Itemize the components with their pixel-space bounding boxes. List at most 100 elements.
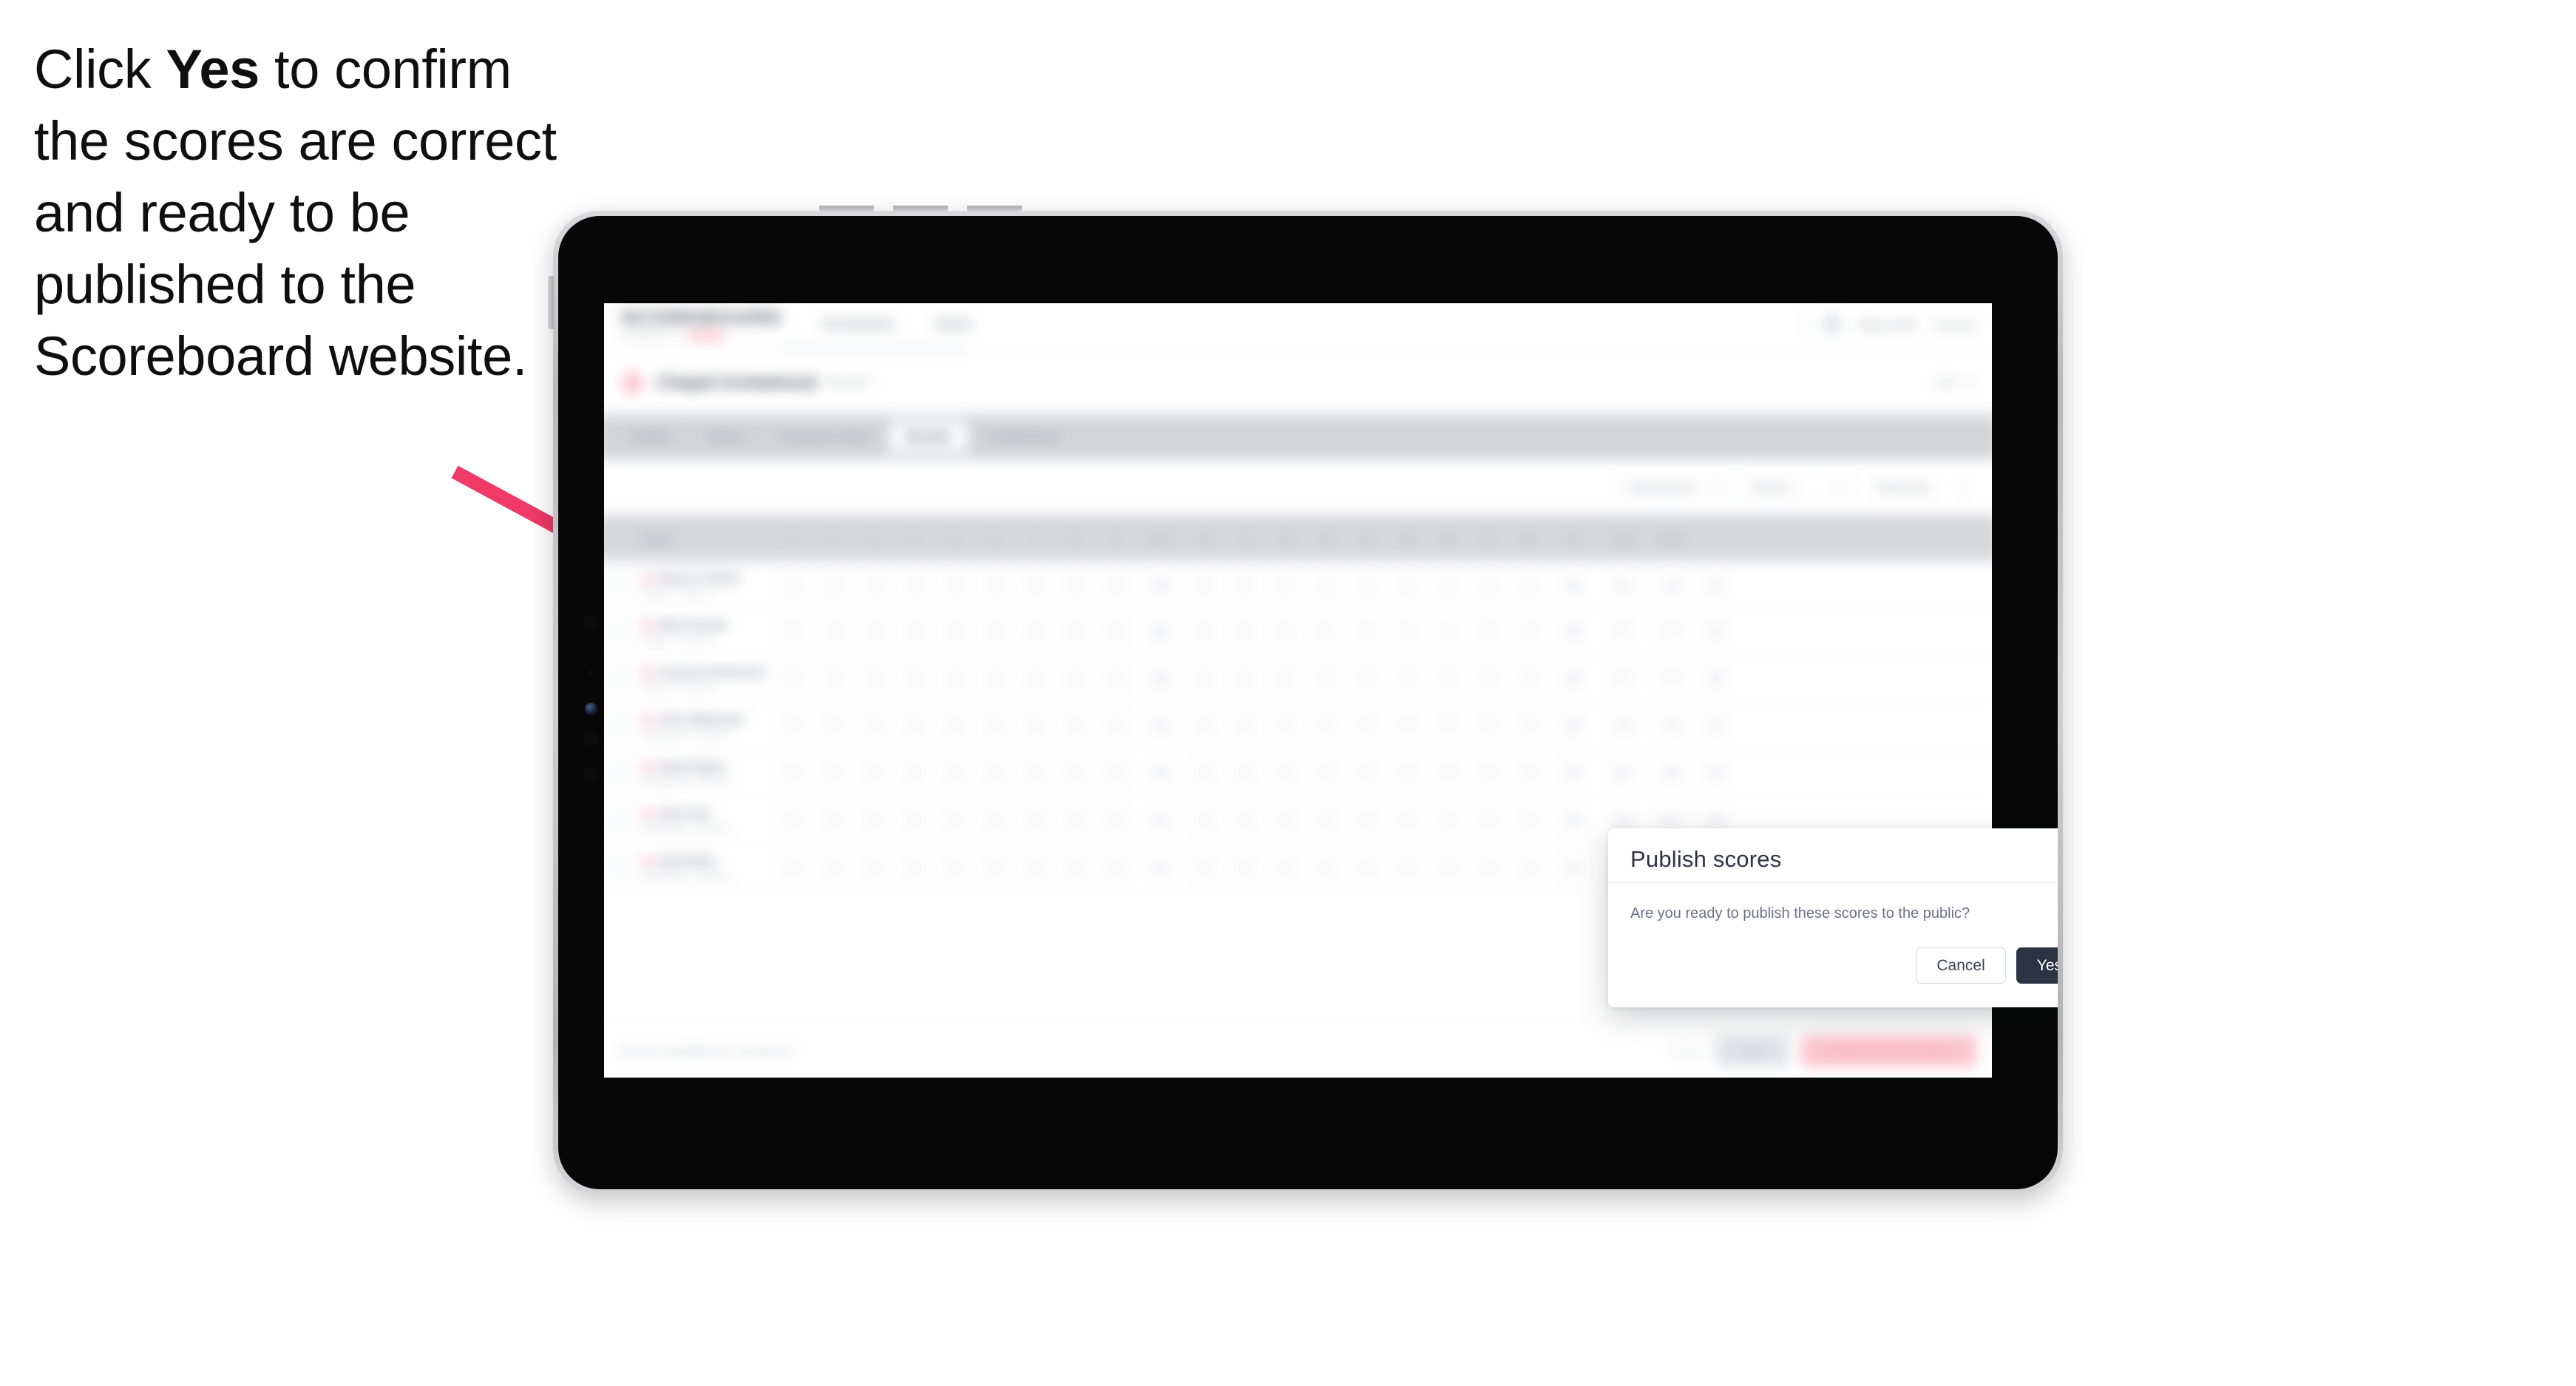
hole-score-cell[interactable]: 4 (1055, 574, 1096, 595)
hole-score-cell[interactable]: 5 (1428, 856, 1468, 879)
hole-score-cell[interactable]: 5 (1266, 809, 1306, 831)
hole-score-cell[interactable]: 4 (894, 856, 935, 879)
hole-score-cell[interactable]: 4 (1428, 668, 1468, 689)
hole-score-cell[interactable]: 4 (1014, 856, 1055, 879)
hole-score-cell[interactable]: 4 (1185, 763, 1226, 784)
subtotal-cell[interactable]: 40 (1136, 763, 1185, 784)
hole-score-cell[interactable]: 5 (894, 809, 935, 831)
hole-score-cell[interactable]: 32 (1695, 574, 1736, 595)
points-cell[interactable]: 77 (1648, 621, 1696, 643)
hole-score-cell[interactable]: 4 (1266, 574, 1306, 595)
close-icon[interactable]: ✕ (2056, 842, 2058, 871)
table-row[interactable]: Chris Waterman Southdown – Group A5544544… (604, 703, 1992, 750)
hole-score-cell[interactable]: 5 (1387, 715, 1428, 737)
checkbox-icon[interactable] (612, 811, 629, 829)
hole-score-cell[interactable]: 4 (1014, 621, 1055, 643)
hole-score-cell[interactable]: 4 (1387, 621, 1428, 643)
table-row[interactable]: Cameron Robertson Chapel – Group B4454445… (604, 655, 1992, 703)
hole-score-cell[interactable]: 4 (1096, 668, 1136, 689)
hole-score-cell[interactable]: 5 (773, 856, 813, 879)
hole-score-cell[interactable]: 4 (1014, 809, 1055, 831)
hole-score-cell[interactable]: 5 (1185, 856, 1226, 879)
hole-score-cell[interactable]: 4 (773, 574, 813, 595)
subtotal-cell[interactable]: 38 (1136, 574, 1185, 595)
points-cell[interactable]: 79 (1648, 715, 1696, 737)
subtotal-cell[interactable]: 40 (1549, 809, 1599, 831)
hole-score-cell[interactable]: 5 (934, 715, 975, 737)
hole-score-cell[interactable]: 4 (1226, 715, 1267, 737)
hole-score-cell[interactable]: 4 (813, 809, 853, 831)
points-cell[interactable]: 80 (1648, 763, 1696, 784)
hole-score-cell[interactable]: 4 (853, 715, 894, 737)
hole-score-cell[interactable]: 4 (853, 574, 894, 595)
hole-score-cell[interactable]: 4 (1508, 715, 1549, 737)
device-top-button-3[interactable] (967, 206, 1022, 212)
hole-score-cell[interactable]: 5 (813, 574, 853, 595)
hole-score-cell[interactable]: 3 (1055, 621, 1096, 643)
hole-score-cell[interactable]: 25 (1695, 763, 1736, 784)
row-checkbox[interactable] (605, 576, 637, 593)
row-checkbox[interactable] (605, 623, 637, 640)
hole-score-cell[interactable]: 4 (1185, 668, 1226, 689)
hole-score-cell[interactable]: 4 (934, 763, 975, 784)
brand-logo[interactable]: SCOREBOARD POWERED BY (621, 308, 783, 341)
hole-score-cell[interactable]: 5 (1014, 668, 1055, 689)
hole-score-cell[interactable]: 22 (1695, 809, 1736, 831)
hole-score-cell[interactable]: 5 (773, 809, 813, 831)
hole-score-cell[interactable]: 5 (773, 621, 813, 643)
hole-score-cell[interactable]: 27 (1695, 715, 1736, 737)
hole-score-cell[interactable]: 4 (813, 621, 853, 643)
cancel-button[interactable]: Cancel (1916, 947, 2006, 984)
subtotal-cell[interactable]: 40 (1136, 715, 1185, 737)
device-top-button-1[interactable] (819, 206, 874, 212)
hole-score-cell[interactable]: 5 (853, 763, 894, 784)
hole-score-cell[interactable]: 4 (1185, 809, 1226, 831)
row-checkbox[interactable] (605, 670, 637, 687)
hole-score-cell[interactable]: 4 (1096, 856, 1136, 879)
hole-score-cell[interactable]: 4 (1226, 809, 1267, 831)
account-link[interactable]: Account (1934, 319, 1975, 331)
hole-score-cell[interactable]: 5 (975, 621, 1015, 643)
hole-score-cell[interactable]: 4 (975, 668, 1015, 689)
hole-score-cell[interactable]: 29 (1695, 668, 1736, 689)
hole-score-cell[interactable]: 4 (1306, 715, 1347, 737)
hole-score-cell[interactable]: 5 (1226, 763, 1267, 784)
hole-score-cell[interactable]: 5 (1055, 715, 1096, 737)
hole-score-cell[interactable]: 4 (975, 574, 1015, 595)
hole-score-cell[interactable]: 4 (1096, 715, 1136, 737)
checkbox-icon[interactable] (612, 576, 629, 593)
hole-score-cell[interactable]: 3 (894, 574, 935, 595)
hole-score-cell[interactable]: 5 (1508, 668, 1549, 689)
hole-score-cell[interactable]: 5 (773, 715, 813, 737)
hole-score-cell[interactable]: 5 (1347, 715, 1388, 737)
hole-score-cell[interactable]: 5 (1306, 621, 1347, 643)
hole-score-cell[interactable]: 4 (853, 621, 894, 643)
table-row[interactable]: Elliot Parnell Chapel – Group A5444454353… (604, 608, 1992, 656)
hole-score-cell[interactable]: 4 (773, 668, 813, 689)
hole-score-cell[interactable]: 4 (1347, 809, 1388, 831)
hole-score-cell[interactable]: 5 (934, 809, 975, 831)
subtotal-cell[interactable]: 81 (1599, 809, 1648, 831)
hole-score-cell[interactable]: 5 (813, 856, 853, 879)
hole-score-cell[interactable]: 4 (1266, 621, 1306, 643)
help-centre-link[interactable]: Help Centre (1858, 319, 1918, 331)
checkbox-icon[interactable] (612, 859, 629, 876)
hole-score-cell[interactable]: 4 (1306, 763, 1347, 784)
hole-score-cell[interactable]: 4 (1347, 856, 1388, 879)
hole-score-cell[interactable]: 3 (1347, 574, 1388, 595)
hole-score-cell[interactable]: 5 (1347, 668, 1388, 689)
subtotal-cell[interactable]: 40 (1549, 763, 1599, 784)
points-cell[interactable]: 77 (1648, 668, 1696, 689)
footer-cancel-link[interactable]: Cancel (1669, 1045, 1704, 1058)
hole-score-cell[interactable]: 4 (894, 621, 935, 643)
subtotal-cell[interactable]: 38 (1549, 574, 1599, 595)
hole-score-cell[interactable]: 4 (1387, 856, 1428, 879)
filter-format-select[interactable]: Stroke play × (1865, 471, 1978, 503)
subtotal-cell[interactable]: 41 (1136, 809, 1185, 831)
checkbox-icon[interactable] (612, 623, 629, 640)
hole-score-cell[interactable]: 5 (1508, 763, 1549, 784)
tournament-status-group[interactable]: Live (1935, 376, 1975, 390)
row-checkbox[interactable] (605, 859, 637, 876)
hole-score-cell[interactable]: 5 (1266, 668, 1306, 689)
hole-score-cell[interactable]: 4 (1468, 574, 1509, 595)
